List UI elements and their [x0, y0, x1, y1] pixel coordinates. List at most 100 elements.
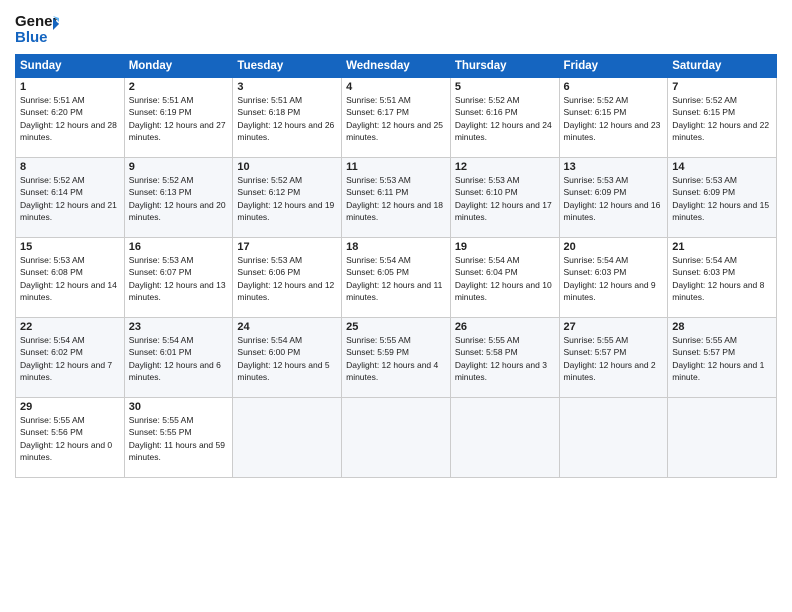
daylight-label: Daylight: 12 hours and 2 minutes.	[564, 360, 656, 382]
day-number: 7	[672, 81, 772, 93]
day-number: 10	[237, 161, 337, 173]
day-number: 8	[20, 161, 120, 173]
calendar-cell: 11 Sunrise: 5:53 AM Sunset: 6:11 PM Dayl…	[342, 158, 451, 238]
daylight-label: Daylight: 12 hours and 28 minutes.	[20, 120, 117, 142]
daylight-label: Daylight: 12 hours and 7 minutes.	[20, 360, 112, 382]
calendar-day-header: Saturday	[668, 55, 777, 78]
calendar-day-header: Monday	[124, 55, 233, 78]
day-number: 29	[20, 401, 120, 413]
day-number: 22	[20, 321, 120, 333]
calendar-cell: 27 Sunrise: 5:55 AM Sunset: 5:57 PM Dayl…	[559, 318, 668, 398]
calendar-cell: 24 Sunrise: 5:54 AM Sunset: 6:00 PM Dayl…	[233, 318, 342, 398]
sunset-label: Sunset: 6:04 PM	[455, 267, 518, 277]
calendar-cell: 17 Sunrise: 5:53 AM Sunset: 6:06 PM Dayl…	[233, 238, 342, 318]
day-number: 19	[455, 241, 555, 253]
sunrise-label: Sunrise: 5:51 AM	[129, 95, 194, 105]
calendar-cell	[342, 398, 451, 478]
daylight-label: Daylight: 12 hours and 23 minutes.	[564, 120, 661, 142]
day-number: 20	[564, 241, 664, 253]
daylight-label: Daylight: 12 hours and 10 minutes.	[455, 280, 552, 302]
cell-info: Sunrise: 5:53 AM Sunset: 6:10 PM Dayligh…	[455, 174, 555, 223]
cell-info: Sunrise: 5:52 AM Sunset: 6:13 PM Dayligh…	[129, 174, 229, 223]
daylight-label: Daylight: 12 hours and 5 minutes.	[237, 360, 329, 382]
cell-info: Sunrise: 5:55 AM Sunset: 5:56 PM Dayligh…	[20, 414, 120, 463]
cell-info: Sunrise: 5:54 AM Sunset: 6:04 PM Dayligh…	[455, 254, 555, 303]
calendar-cell: 4 Sunrise: 5:51 AM Sunset: 6:17 PM Dayli…	[342, 78, 451, 158]
calendar-cell: 8 Sunrise: 5:52 AM Sunset: 6:14 PM Dayli…	[16, 158, 125, 238]
calendar-cell: 28 Sunrise: 5:55 AM Sunset: 5:57 PM Dayl…	[668, 318, 777, 398]
calendar-cell	[668, 398, 777, 478]
day-number: 6	[564, 81, 664, 93]
sunset-label: Sunset: 6:00 PM	[237, 347, 300, 357]
day-number: 25	[346, 321, 446, 333]
calendar-cell: 2 Sunrise: 5:51 AM Sunset: 6:19 PM Dayli…	[124, 78, 233, 158]
calendar-week-row: 15 Sunrise: 5:53 AM Sunset: 6:08 PM Dayl…	[16, 238, 777, 318]
calendar-week-row: 8 Sunrise: 5:52 AM Sunset: 6:14 PM Dayli…	[16, 158, 777, 238]
sunset-label: Sunset: 6:09 PM	[564, 187, 627, 197]
calendar-cell: 9 Sunrise: 5:52 AM Sunset: 6:13 PM Dayli…	[124, 158, 233, 238]
sunset-label: Sunset: 5:58 PM	[455, 347, 518, 357]
sunset-label: Sunset: 6:14 PM	[20, 187, 83, 197]
day-number: 27	[564, 321, 664, 333]
sunset-label: Sunset: 6:05 PM	[346, 267, 409, 277]
sunrise-label: Sunrise: 5:52 AM	[564, 95, 629, 105]
day-number: 15	[20, 241, 120, 253]
daylight-label: Daylight: 12 hours and 24 minutes.	[455, 120, 552, 142]
daylight-label: Daylight: 12 hours and 26 minutes.	[237, 120, 334, 142]
calendar-cell: 18 Sunrise: 5:54 AM Sunset: 6:05 PM Dayl…	[342, 238, 451, 318]
day-number: 1	[20, 81, 120, 93]
daylight-label: Daylight: 11 hours and 59 minutes.	[129, 440, 225, 462]
calendar-day-header: Thursday	[450, 55, 559, 78]
calendar-day-header: Sunday	[16, 55, 125, 78]
cell-info: Sunrise: 5:51 AM Sunset: 6:20 PM Dayligh…	[20, 94, 120, 143]
sunrise-label: Sunrise: 5:51 AM	[20, 95, 85, 105]
sunset-label: Sunset: 6:06 PM	[237, 267, 300, 277]
calendar-day-header: Friday	[559, 55, 668, 78]
cell-info: Sunrise: 5:53 AM Sunset: 6:11 PM Dayligh…	[346, 174, 446, 223]
sunrise-label: Sunrise: 5:53 AM	[564, 175, 629, 185]
cell-info: Sunrise: 5:53 AM Sunset: 6:06 PM Dayligh…	[237, 254, 337, 303]
sunset-label: Sunset: 6:12 PM	[237, 187, 300, 197]
daylight-label: Daylight: 12 hours and 6 minutes.	[129, 360, 221, 382]
cell-info: Sunrise: 5:52 AM Sunset: 6:16 PM Dayligh…	[455, 94, 555, 143]
day-number: 13	[564, 161, 664, 173]
day-number: 24	[237, 321, 337, 333]
day-number: 5	[455, 81, 555, 93]
sunrise-label: Sunrise: 5:55 AM	[346, 335, 411, 345]
day-number: 4	[346, 81, 446, 93]
daylight-label: Daylight: 12 hours and 0 minutes.	[20, 440, 112, 462]
sunset-label: Sunset: 6:15 PM	[672, 107, 735, 117]
daylight-label: Daylight: 12 hours and 17 minutes.	[455, 200, 552, 222]
calendar-day-header: Tuesday	[233, 55, 342, 78]
calendar-cell: 19 Sunrise: 5:54 AM Sunset: 6:04 PM Dayl…	[450, 238, 559, 318]
sunset-label: Sunset: 6:11 PM	[346, 187, 408, 197]
calendar-cell: 30 Sunrise: 5:55 AM Sunset: 5:55 PM Dayl…	[124, 398, 233, 478]
sunrise-label: Sunrise: 5:55 AM	[672, 335, 737, 345]
day-number: 28	[672, 321, 772, 333]
cell-info: Sunrise: 5:54 AM Sunset: 6:00 PM Dayligh…	[237, 334, 337, 383]
sunset-label: Sunset: 6:19 PM	[129, 107, 192, 117]
daylight-label: Daylight: 12 hours and 14 minutes.	[20, 280, 117, 302]
calendar-cell: 23 Sunrise: 5:54 AM Sunset: 6:01 PM Dayl…	[124, 318, 233, 398]
day-number: 18	[346, 241, 446, 253]
cell-info: Sunrise: 5:53 AM Sunset: 6:07 PM Dayligh…	[129, 254, 229, 303]
sunset-label: Sunset: 6:15 PM	[564, 107, 627, 117]
calendar-table: SundayMondayTuesdayWednesdayThursdayFrid…	[15, 54, 777, 478]
cell-info: Sunrise: 5:54 AM Sunset: 6:03 PM Dayligh…	[672, 254, 772, 303]
cell-info: Sunrise: 5:54 AM Sunset: 6:01 PM Dayligh…	[129, 334, 229, 383]
sunset-label: Sunset: 6:20 PM	[20, 107, 83, 117]
logo: General Blue	[15, 10, 59, 48]
sunset-label: Sunset: 6:02 PM	[20, 347, 83, 357]
calendar-cell: 22 Sunrise: 5:54 AM Sunset: 6:02 PM Dayl…	[16, 318, 125, 398]
daylight-label: Daylight: 12 hours and 4 minutes.	[346, 360, 438, 382]
sunrise-label: Sunrise: 5:51 AM	[237, 95, 302, 105]
sunset-label: Sunset: 6:08 PM	[20, 267, 83, 277]
daylight-label: Daylight: 12 hours and 16 minutes.	[564, 200, 661, 222]
daylight-label: Daylight: 12 hours and 1 minute.	[672, 360, 764, 382]
calendar-week-row: 22 Sunrise: 5:54 AM Sunset: 6:02 PM Dayl…	[16, 318, 777, 398]
sunrise-label: Sunrise: 5:54 AM	[564, 255, 629, 265]
calendar-cell: 14 Sunrise: 5:53 AM Sunset: 6:09 PM Dayl…	[668, 158, 777, 238]
cell-info: Sunrise: 5:54 AM Sunset: 6:03 PM Dayligh…	[564, 254, 664, 303]
calendar-cell: 1 Sunrise: 5:51 AM Sunset: 6:20 PM Dayli…	[16, 78, 125, 158]
sunrise-label: Sunrise: 5:53 AM	[237, 255, 302, 265]
